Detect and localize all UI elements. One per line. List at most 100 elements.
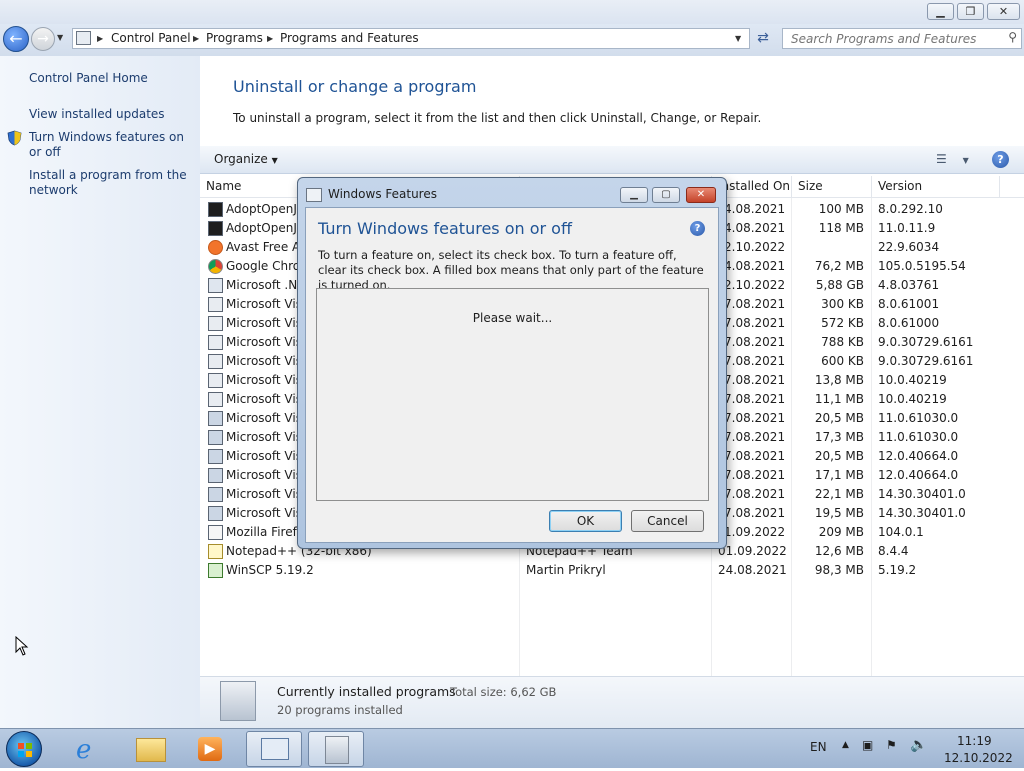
program-name: Microsoft Visu [226,411,298,425]
breadcrumb-programs-and-features[interactable]: Programs and Features [280,29,419,48]
organize-label: Organize [214,152,268,166]
minimize-button[interactable]: ▁ [927,3,954,20]
vc2-app-icon [208,487,223,502]
dialog-close-button[interactable]: ✕ [686,187,716,203]
search-icon[interactable]: ⚲ [1008,30,1017,44]
program-installed-on: 01.09.2022 [718,544,787,558]
breadcrumb-control-panel[interactable]: Control Panel [111,29,191,48]
program-installed-on: 7.08.2021 [724,392,786,406]
program-name: Microsoft Visu [226,373,298,387]
media-player-icon: ▶ [198,737,222,761]
refresh-button[interactable]: ⇄ [752,28,774,49]
dialog-description: To turn a feature on, select its check b… [318,248,704,292]
view-installed-updates-link[interactable]: View installed updates [29,107,165,122]
windows-logo-icon [18,743,32,757]
change-view-button[interactable]: ☰ ▼ [936,152,969,166]
program-installed-on: 7.08.2021 [724,487,786,501]
taskbar-windows-features[interactable] [308,731,364,767]
program-size: 12,6 MB [814,544,864,558]
organize-button[interactable]: Organize ▼ [214,152,278,166]
column-header-version[interactable]: Version [872,176,1000,197]
program-version: 14.30.30401.0 [878,487,966,501]
program-version: 9.0.30729.6161 [878,335,974,349]
column-header-size[interactable]: Size [792,176,872,197]
back-button[interactable]: ← [3,26,29,52]
show-hidden-icons-button[interactable]: ▲ [842,740,849,750]
program-size: 300 KB [821,297,864,311]
program-size: 17,3 MB [814,430,864,444]
forward-button[interactable]: → [31,27,55,51]
dialog-help-button[interactable]: ? [690,221,705,236]
program-name: AdoptOpenJD [226,202,298,216]
start-button[interactable] [6,731,42,767]
program-size: 13,8 MB [814,373,864,387]
program-size: 17,1 MB [814,468,864,482]
taskbar: e ▶ EN ▲ ▣ ⚑ 🔈 11:19 12.10.2022 [0,728,1024,768]
taskbar-explorer[interactable] [122,731,178,767]
taskbar-control-panel[interactable] [246,731,302,767]
turn-windows-features-link[interactable]: Turn Windows features on or off [29,130,194,160]
search-input[interactable] [789,30,999,47]
install-from-network-link[interactable]: Install a program from the network [29,168,194,198]
clock-date[interactable]: 12.10.2022 [944,751,1013,765]
help-button[interactable]: ? [992,151,1009,168]
features-tree[interactable]: Please wait... [316,288,709,501]
program-name: Microsoft Visu [226,487,298,501]
program-size: 5,88 GB [815,278,864,292]
arrow-left-icon: ← [9,29,23,48]
program-name: Microsoft .NE [226,278,298,292]
restore-button[interactable]: ❐ [957,3,984,20]
program-installed-on: 4.08.2021 [724,202,786,216]
vc2-app-icon [208,411,223,426]
program-size: 11,1 MB [814,392,864,406]
breadcrumb-programs[interactable]: Programs [206,29,263,48]
details-total-size: Total size: 6,62 GB [450,685,557,699]
program-version: 11.0.61030.0 [878,430,959,444]
breadcrumb-separator-icon[interactable]: ▶ [267,29,273,48]
vc2-app-icon [208,468,223,483]
action-center-flag-icon[interactable]: ⚑ [886,738,897,752]
program-name: Avast Free An [226,240,298,254]
vc-app-icon [208,316,223,331]
address-dropdown-icon[interactable]: ▼ [735,29,741,48]
cancel-button[interactable]: Cancel [631,510,704,532]
breadcrumb-separator-icon[interactable]: ▶ [97,29,103,48]
dialog-heading: Turn Windows features on or off [318,219,572,238]
program-name: Mozilla Firefo [226,525,298,539]
ok-button[interactable]: OK [549,510,622,532]
recent-pages-dropdown[interactable]: ▼ [57,33,67,45]
mouse-cursor-icon [15,635,29,659]
program-name: Microsoft Visu [226,316,298,330]
breadcrumb-separator-icon[interactable]: ▶ [193,29,199,48]
vc2-app-icon [208,449,223,464]
dialog-maximize-button[interactable]: ▢ [652,187,680,203]
program-version: 8.0.61000 [878,316,940,330]
installed-programs-icon [220,681,256,721]
program-installed-on: 7.08.2021 [724,316,786,330]
language-indicator[interactable]: EN [810,740,827,754]
control-panel-home-link[interactable]: Control Panel Home [29,71,148,86]
dialog-body: Turn Windows features on or off ? To tur… [305,207,719,543]
program-installed-on: 7.08.2021 [724,411,786,425]
program-size: 572 KB [821,316,864,330]
clock-time[interactable]: 11:19 [957,734,992,748]
search-box[interactable]: ⚲ [782,28,1022,49]
program-version: 5.19.2 [878,563,917,577]
taskbar-media-player[interactable]: ▶ [182,731,238,767]
program-row[interactable]: WinSCP 5.19.2 Martin Prikryl 24.08.2021 98,… [200,561,1024,580]
network-icon[interactable]: ▣ [862,738,873,752]
dialog-minimize-button[interactable]: ▁ [620,187,648,203]
program-installed-on: 7.08.2021 [724,468,786,482]
program-size: 788 KB [821,335,864,349]
taskbar-internet-explorer[interactable]: e [62,731,118,767]
program-name: Microsoft Visu [226,335,298,349]
program-version: 11.0.11.9 [878,221,936,235]
windows-features-icon [306,188,322,202]
program-installed-on: 7.08.2021 [724,430,786,444]
folder-icon [136,738,166,762]
address-bar[interactable]: ▶ Control Panel ▶ Programs ▶ Programs an… [72,28,750,49]
program-size: 209 MB [818,525,864,539]
close-window-button[interactable]: ✕ [987,3,1020,20]
volume-icon[interactable]: 🔈 [910,737,927,753]
program-name: Microsoft Visu [226,468,298,482]
